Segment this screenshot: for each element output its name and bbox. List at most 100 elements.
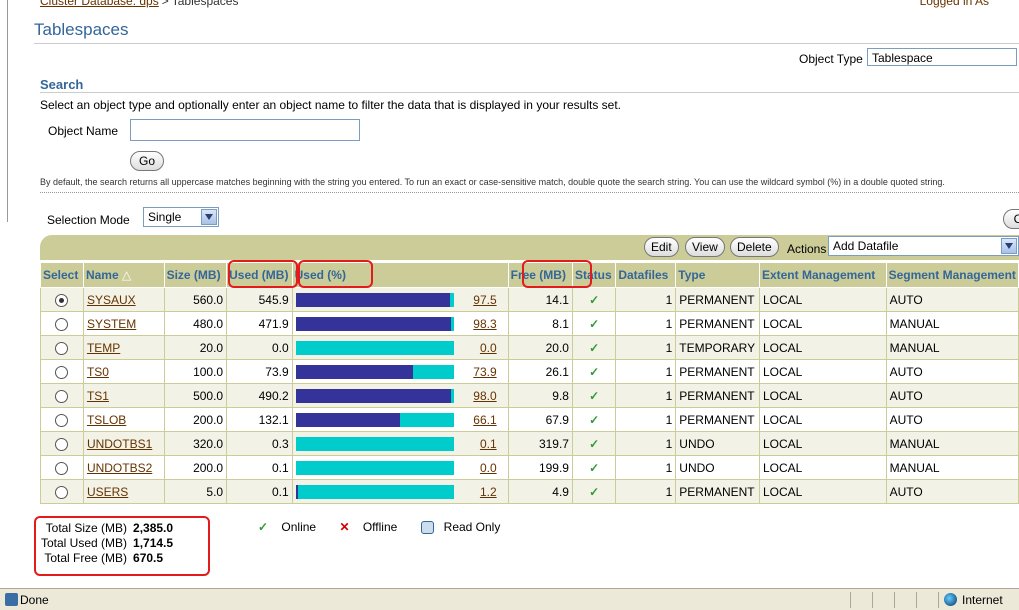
- usage-bar: [295, 292, 454, 307]
- size-cell: 500.0: [163, 383, 228, 408]
- overflow-button[interactable]: C: [1003, 209, 1019, 229]
- name-cell: SYSTEM: [82, 311, 165, 336]
- row-select-cell: [40, 359, 84, 384]
- selection-mode-select[interactable]: Single: [143, 207, 219, 227]
- breadcrumb-link[interactable]: Cluster Database: dps: [40, 0, 159, 8]
- used-cell: 132.1: [226, 407, 293, 432]
- used-pct-link[interactable]: 73.9: [473, 365, 496, 379]
- segment-cell: MANUAL: [885, 431, 1019, 456]
- row-radio[interactable]: [55, 413, 69, 427]
- used-pct-link[interactable]: 66.1: [473, 413, 496, 427]
- row-radio[interactable]: [55, 437, 69, 451]
- tablespace-link[interactable]: USERS: [87, 485, 128, 499]
- row-select-cell: [40, 479, 84, 504]
- used-pct-cell: 98.0: [291, 383, 509, 408]
- status-text: Done: [20, 593, 49, 607]
- size-cell: 100.0: [163, 359, 228, 384]
- row-select-cell: [40, 335, 84, 360]
- col-extent[interactable]: Extent Management: [758, 262, 887, 288]
- status-divider: [894, 592, 895, 608]
- usage-bar: [295, 460, 454, 475]
- extent-cell: LOCAL: [758, 479, 887, 504]
- row-select-cell: [40, 311, 84, 336]
- edit-button[interactable]: Edit: [644, 237, 679, 257]
- delete-button[interactable]: Delete: [730, 237, 779, 257]
- legend-offline: ✕ Offline: [339, 520, 407, 534]
- usage-bar-fill: [295, 484, 298, 499]
- tablespace-link[interactable]: TSLOB: [87, 413, 126, 427]
- size-cell: 320.0: [163, 431, 228, 456]
- tablespace-link[interactable]: TS0: [87, 365, 109, 379]
- type-cell: PERMANENT: [675, 311, 760, 336]
- go-button[interactable]: Go: [130, 151, 164, 171]
- used-pct-link[interactable]: 0.1: [480, 437, 497, 451]
- used-pct-cell: 0.0: [291, 335, 509, 360]
- status-legend: ✓ Online ✕ Offline Read Only: [258, 520, 520, 535]
- used-pct-link[interactable]: 1.2: [480, 485, 497, 499]
- used-pct-link[interactable]: 0.0: [480, 461, 497, 475]
- tablespace-link[interactable]: TEMP: [87, 341, 120, 355]
- object-type-label: Object Type: [799, 52, 863, 66]
- datafiles-cell: 1: [615, 455, 677, 480]
- logged-in-link[interactable]: Logged in As: [920, 0, 989, 8]
- row-radio[interactable]: [55, 461, 69, 475]
- col-name-label[interactable]: Name: [86, 268, 119, 282]
- row-radio[interactable]: [55, 389, 69, 403]
- chevron-down-icon[interactable]: [1001, 238, 1017, 254]
- table-row: UNDOTBS2 200.0 0.1 0.0 199.9 ✓ 1 UNDO LOCAL MANUA…: [40, 455, 1019, 480]
- highlight-used-pct: [298, 260, 373, 288]
- online-check-icon: ✓: [571, 455, 617, 480]
- used-pct-cell: 98.3: [291, 311, 509, 336]
- row-radio[interactable]: [55, 317, 69, 331]
- search-hint: By default, the search returns all upper…: [40, 177, 945, 187]
- row-radio[interactable]: [55, 485, 69, 499]
- row-radio[interactable]: [55, 293, 69, 307]
- usage-bar: [295, 364, 454, 379]
- used-pct-link[interactable]: 0.0: [480, 341, 497, 355]
- col-size[interactable]: Size (MB): [163, 262, 228, 288]
- segment-cell: AUTO: [885, 407, 1019, 432]
- datafiles-cell: 1: [615, 359, 677, 384]
- extent-cell: LOCAL: [758, 335, 887, 360]
- col-name[interactable]: Name △: [82, 262, 165, 288]
- tablespace-link[interactable]: UNDOTBS2: [87, 461, 152, 475]
- used-pct-link[interactable]: 97.5: [473, 293, 496, 307]
- extent-cell: LOCAL: [758, 359, 887, 384]
- actions-select[interactable]: Add Datafile: [828, 236, 1019, 256]
- tablespace-link[interactable]: TS1: [87, 389, 109, 403]
- tablespace-link[interactable]: SYSAUX: [87, 293, 136, 307]
- row-select-cell: [40, 455, 84, 480]
- col-datafiles[interactable]: Datafiles: [615, 262, 677, 288]
- online-check-icon: ✓: [571, 407, 617, 432]
- online-check-icon: ✓: [571, 311, 617, 336]
- breadcrumb-separator: >: [161, 0, 169, 8]
- zone-label: Internet: [962, 593, 1003, 607]
- selection-mode-value: Single: [148, 210, 182, 224]
- tablespace-link[interactable]: SYSTEM: [87, 317, 136, 331]
- used-pct-link[interactable]: 98.0: [473, 389, 496, 403]
- status-divider: [872, 592, 873, 608]
- object-name-input[interactable]: [130, 119, 360, 141]
- legend-read-only: Read Only: [420, 520, 511, 535]
- total-free-label: Total Free (MB): [44, 550, 128, 565]
- tablespace-link[interactable]: UNDOTBS1: [87, 437, 152, 451]
- extent-cell: LOCAL: [758, 407, 887, 432]
- row-radio[interactable]: [55, 365, 69, 379]
- chevron-down-icon[interactable]: [201, 209, 217, 225]
- title-divider: [34, 43, 1019, 44]
- col-segment[interactable]: Segment Management: [885, 262, 1019, 288]
- segment-cell: AUTO: [885, 479, 1019, 504]
- type-cell: UNDO: [675, 455, 760, 480]
- free-cell: 26.1: [507, 359, 573, 384]
- table-row: SYSTEM 480.0 471.9 98.3 8.1 ✓ 1 PERMANENT LOCAL M…: [40, 311, 1019, 336]
- used-cell: 0.3: [226, 431, 293, 456]
- page-icon: [5, 593, 18, 606]
- status-divider: [916, 592, 917, 608]
- legend-online: ✓ Online: [258, 520, 326, 534]
- object-type-field[interactable]: Tablespace: [867, 48, 1017, 66]
- col-type[interactable]: Type: [675, 262, 760, 288]
- used-pct-link[interactable]: 98.3: [473, 317, 496, 331]
- row-radio[interactable]: [55, 341, 69, 355]
- view-button[interactable]: View: [685, 237, 725, 257]
- table-row: TS0 100.0 73.9 73.9 26.1 ✓ 1 PERMANENT LOCAL AUTO: [40, 359, 1019, 384]
